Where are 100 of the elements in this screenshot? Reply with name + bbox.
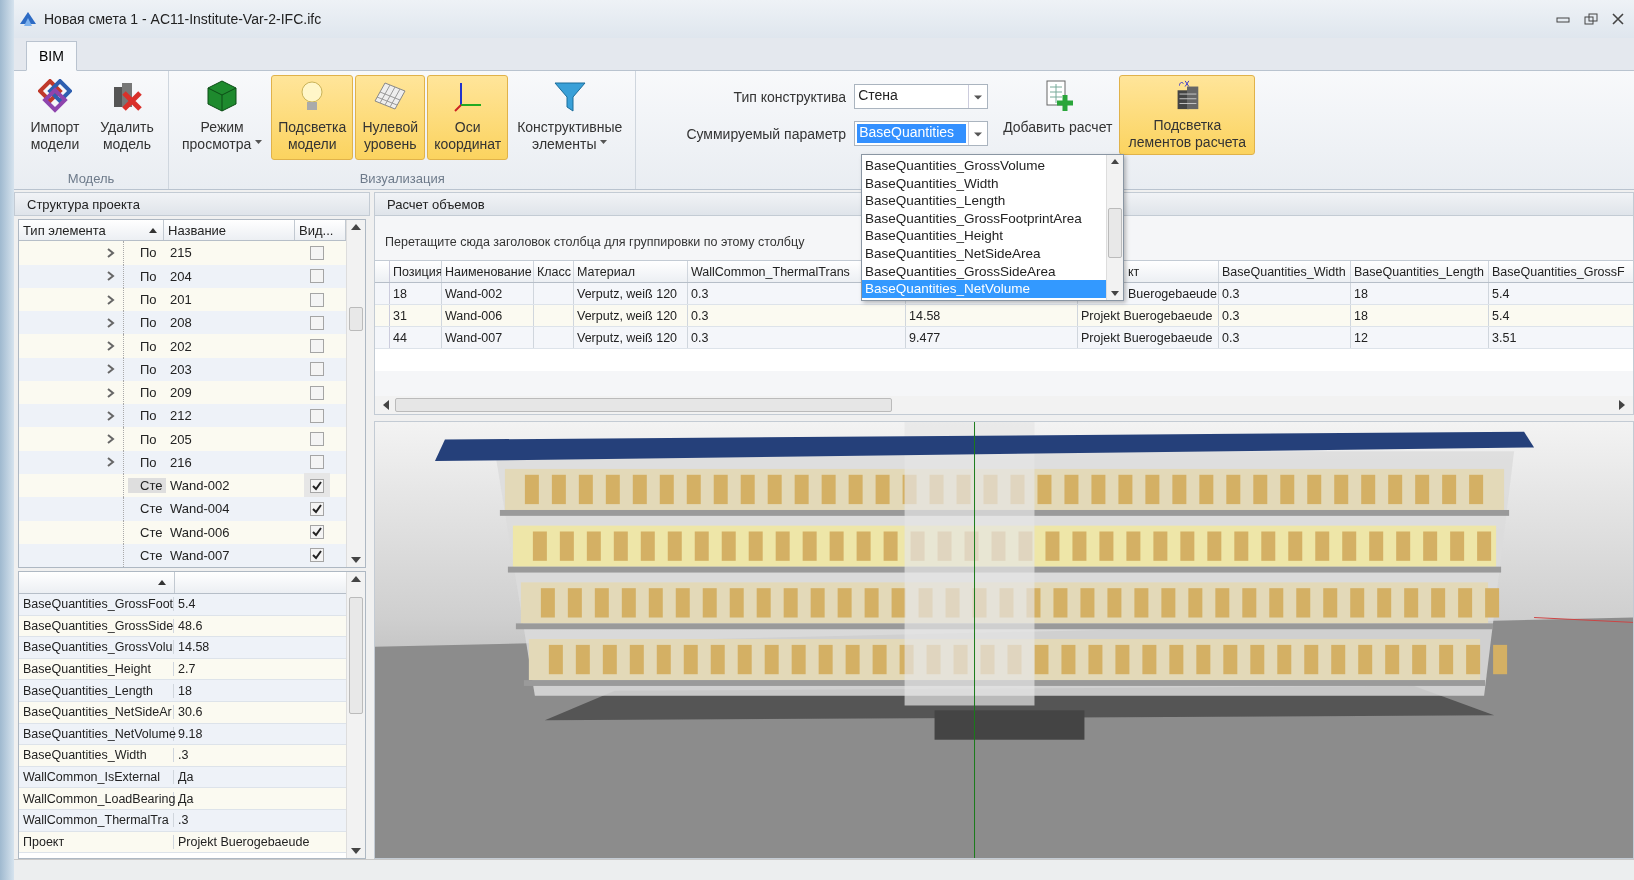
scrollbar[interactable] xyxy=(1106,155,1123,300)
dropdown-item[interactable]: BaseQuantities_NetSideArea xyxy=(862,244,1106,263)
visibility-checkbox[interactable] xyxy=(310,246,324,260)
property-name: BaseQuantities_NetVolume xyxy=(19,726,174,741)
table-cell: Verputz, weiß 120 xyxy=(574,327,688,348)
table-cell: 0.3 xyxy=(688,327,906,348)
ribbon-button[interactable]: Удалить модель xyxy=(92,75,162,160)
property-name: BaseQuantities_Height xyxy=(19,662,174,677)
table-cell: 0.3 xyxy=(1219,327,1351,348)
window-title: Новая смета 1 - AC11-Institute-Var-2-IFC.ifc xyxy=(44,11,322,27)
visibility-checkbox[interactable] xyxy=(310,339,324,354)
element-type[interactable]: Сте xyxy=(128,501,166,517)
column-header[interactable]: BaseQuantities_Width xyxy=(1219,261,1351,282)
group-by-hint: Перетащите сюда заголовок столбца для группировки по этому столбцу xyxy=(384,234,805,251)
element-type[interactable]: По xyxy=(128,292,166,307)
element-type[interactable]: По xyxy=(128,245,166,261)
visibility-checkbox[interactable] xyxy=(310,455,324,470)
column-header[interactable]: Тип элемента xyxy=(19,220,164,241)
visibility-checkbox[interactable] xyxy=(310,525,324,540)
dropdown-item[interactable]: BaseQuantities_Width xyxy=(862,174,1106,193)
visibility-checkbox[interactable] xyxy=(310,501,324,516)
scroll-thumb[interactable] xyxy=(349,596,363,714)
element-name: 215 xyxy=(169,245,193,261)
scroll-thumb[interactable] xyxy=(1108,207,1122,258)
table-cell: 0.3 xyxy=(688,305,906,326)
property-value: .3 xyxy=(177,748,190,763)
element-type[interactable]: По xyxy=(128,385,166,401)
visibility-checkbox[interactable] xyxy=(310,408,324,423)
property-name: BaseQuantities_GrossVolu xyxy=(19,640,174,655)
ribbon-button[interactable]: Режим просмотра xyxy=(175,75,270,160)
scroll-thumb[interactable] xyxy=(349,306,363,331)
scroll-up-icon[interactable] xyxy=(351,224,361,230)
element-type[interactable]: По xyxy=(128,338,166,354)
element-name: Wand-007 xyxy=(169,547,231,563)
element-type[interactable]: Сте xyxy=(128,478,166,494)
element-type[interactable]: По xyxy=(128,431,166,447)
column-header[interactable]: Название xyxy=(164,220,295,241)
element-type[interactable]: По xyxy=(128,268,166,284)
cube-icon xyxy=(205,79,240,113)
element-type[interactable]: Сте xyxy=(128,547,166,563)
column-header[interactable]: Наименование xyxy=(442,261,534,282)
column-header[interactable]: Позиция xyxy=(390,261,442,282)
group-label: Модель xyxy=(67,170,115,188)
property-value: 14.58 xyxy=(177,640,211,655)
ribbon-button[interactable]: Конструктивные элементы xyxy=(510,75,630,160)
scroll-left-icon[interactable] xyxy=(383,400,389,410)
scrollbar[interactable] xyxy=(375,396,1633,414)
sort-icon xyxy=(149,227,157,233)
visibility-checkbox[interactable] xyxy=(310,432,324,447)
element-type[interactable]: По xyxy=(128,361,166,377)
ribbon-button[interactable]: Оси координат xyxy=(427,75,509,160)
dropdown-item[interactable]: BaseQuantities_Height xyxy=(862,227,1106,245)
table-cell: 0.3 xyxy=(1219,283,1351,304)
column-header[interactable]: BaseQuantities_Length xyxy=(1351,261,1489,282)
ribbon-button[interactable]: Импорт модели xyxy=(20,75,90,160)
funnel-icon xyxy=(552,79,587,113)
linked-rings-icon xyxy=(38,79,72,113)
property-name: WallCommon_LoadBearing xyxy=(19,791,174,806)
close-icon[interactable] xyxy=(1612,13,1624,25)
element-type[interactable]: Сте xyxy=(128,524,166,540)
app-logo-icon xyxy=(18,10,38,28)
scrollbar[interactable] xyxy=(346,220,365,567)
scroll-up-icon[interactable] xyxy=(351,576,361,582)
element-type[interactable]: По xyxy=(128,454,166,470)
visibility-checkbox[interactable] xyxy=(310,385,324,400)
table-cell: Projekt Buerogebaeude xyxy=(1078,327,1219,348)
visibility-checkbox[interactable] xyxy=(310,548,324,563)
property-value: Projekt Buerogebaeude xyxy=(177,834,311,849)
ribbon-button[interactable]: Подсветка модели xyxy=(271,75,354,160)
element-name: 209 xyxy=(169,385,193,401)
highlight-elements-button[interactable]: Подсветка лементов расчета xyxy=(1119,75,1256,155)
scrollbar[interactable] xyxy=(346,572,365,858)
restore-icon[interactable] xyxy=(1584,13,1598,25)
scroll-up-icon[interactable] xyxy=(1111,159,1119,164)
dropdown-item[interactable]: BaseQuantities_Length xyxy=(862,192,1106,210)
scroll-down-icon[interactable] xyxy=(351,557,361,563)
column-header[interactable]: BaseQuantities_GrossF xyxy=(1489,261,1633,282)
scroll-right-icon[interactable] xyxy=(1619,400,1625,410)
scroll-down-icon[interactable] xyxy=(351,848,361,854)
property-value: Да xyxy=(177,770,195,785)
element-type[interactable]: По xyxy=(128,315,166,331)
column-header[interactable]: Класс xyxy=(534,261,574,282)
scroll-thumb[interactable] xyxy=(395,398,892,412)
combo-box[interactable]: Стена xyxy=(854,84,989,109)
column-header[interactable]: Материал xyxy=(574,261,688,282)
property-name: BaseQuantities_NetSideAr xyxy=(19,705,174,720)
minimize-icon[interactable] xyxy=(1556,14,1570,24)
property-value: 2.7 xyxy=(177,662,197,677)
element-type[interactable]: По xyxy=(128,408,166,424)
visibility-checkbox[interactable] xyxy=(310,362,324,377)
dropdown-item[interactable]: BaseQuantities_GrossVolume xyxy=(862,157,1106,175)
ribbon-button[interactable]: Нулевой уровень xyxy=(355,75,426,160)
visibility-checkbox[interactable] xyxy=(310,269,324,284)
visibility-checkbox[interactable] xyxy=(310,292,324,307)
table-cell: 14.58 xyxy=(906,305,1078,326)
scroll-down-icon[interactable] xyxy=(1111,291,1119,296)
ribbon-tab[interactable]: BIM xyxy=(26,41,77,71)
table-cell: 5.4 xyxy=(1489,283,1633,304)
table-cell: Wand-006 xyxy=(442,305,534,326)
visibility-checkbox[interactable] xyxy=(310,315,324,330)
